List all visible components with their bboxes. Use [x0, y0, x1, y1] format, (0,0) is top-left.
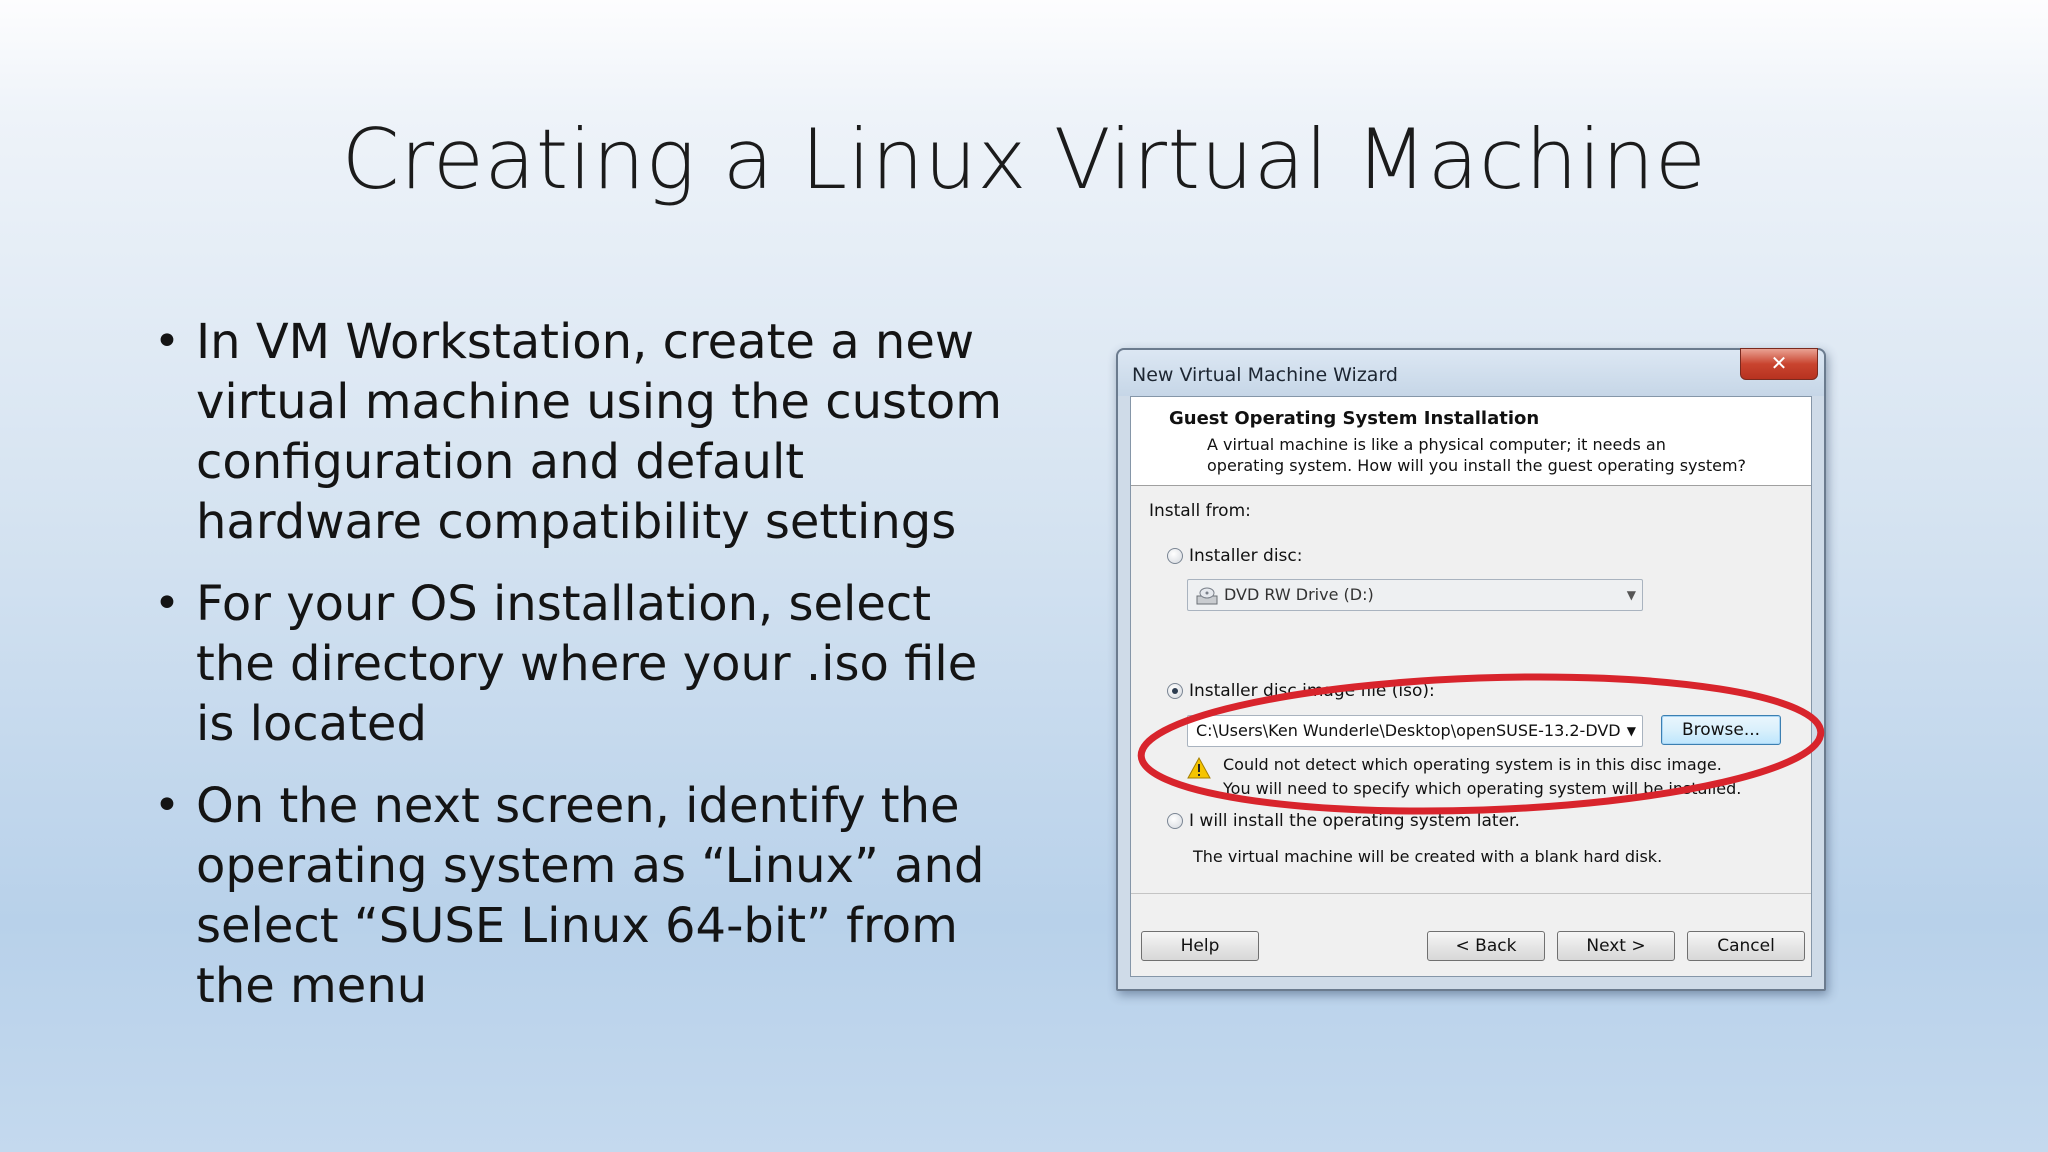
install-later-label[interactable]: I will install the operating system late… — [1189, 811, 1520, 831]
chevron-down-icon: ▼ — [1626, 724, 1636, 738]
bullet-list: • In VM Workstation, create a new virtual… — [154, 312, 1024, 1038]
slide-title: Creating a Linux Virtual Machine — [341, 111, 1707, 208]
warning-icon — [1187, 757, 1211, 779]
chevron-down-icon: ▼ — [1626, 588, 1636, 602]
installer-iso-radio[interactable] — [1167, 683, 1183, 699]
warning-line-2: You will need to specify which operating… — [1223, 779, 1742, 798]
warning-line-1: Could not detect which operating system … — [1223, 755, 1722, 774]
dialog-client-area: Guest Operating System Installation A vi… — [1130, 396, 1812, 977]
bullet-item: • On the next screen, identify the operat… — [154, 776, 1024, 1016]
cancel-button[interactable]: Cancel — [1687, 931, 1805, 961]
install-from-label: Install from: — [1149, 501, 1251, 521]
installer-disc-radio[interactable] — [1167, 548, 1183, 564]
dialog-title: New Virtual Machine Wizard — [1132, 364, 1398, 386]
bullet-marker: • — [154, 578, 180, 629]
back-button[interactable]: < Back — [1427, 931, 1545, 961]
install-later-radio[interactable] — [1167, 813, 1183, 829]
installer-disc-label[interactable]: Installer disc: — [1189, 546, 1302, 566]
disc-drive-value: DVD RW Drive (D:) — [1224, 585, 1374, 604]
bullet-text: In VM Workstation, create a new virtual … — [196, 314, 1002, 550]
wizard-header: Guest Operating System Installation A vi… — [1131, 397, 1811, 486]
dvd-drive-icon — [1196, 587, 1218, 604]
bullet-marker: • — [154, 780, 180, 831]
iso-path-value: C:\Users\Ken Wunderle\Desktop\openSUSE-1… — [1196, 721, 1621, 740]
new-vm-wizard-dialog: New Virtual Machine Wizard ✕ Guest Opera… — [1116, 348, 1826, 991]
wizard-step-title: Guest Operating System Installation — [1169, 408, 1540, 429]
installer-iso-label[interactable]: Installer disc image file (iso): — [1189, 681, 1435, 701]
bullet-marker: • — [154, 316, 180, 367]
wizard-step-description: A virtual machine is like a physical com… — [1207, 435, 1747, 475]
disc-drive-dropdown[interactable]: DVD RW Drive (D:) ▼ — [1187, 579, 1643, 611]
bullet-text: For your OS installation, select the dir… — [196, 576, 978, 752]
help-button[interactable]: Help — [1141, 931, 1259, 961]
footer-divider — [1131, 893, 1811, 894]
close-icon: ✕ — [1770, 351, 1788, 375]
next-button[interactable]: Next > — [1557, 931, 1675, 961]
dialog-titlebar[interactable]: New Virtual Machine Wizard ✕ — [1118, 348, 1824, 396]
browse-button[interactable]: Browse... — [1661, 715, 1781, 745]
bullet-item: • In VM Workstation, create a new virtual… — [154, 312, 1024, 552]
bullet-text: On the next screen, identify the operati… — [196, 778, 985, 1014]
iso-path-input[interactable]: C:\Users\Ken Wunderle\Desktop\openSUSE-1… — [1187, 715, 1643, 747]
install-later-description: The virtual machine will be created with… — [1193, 847, 1663, 866]
bullet-item: • For your OS installation, select the di… — [154, 574, 1024, 754]
close-button[interactable]: ✕ — [1740, 348, 1818, 380]
